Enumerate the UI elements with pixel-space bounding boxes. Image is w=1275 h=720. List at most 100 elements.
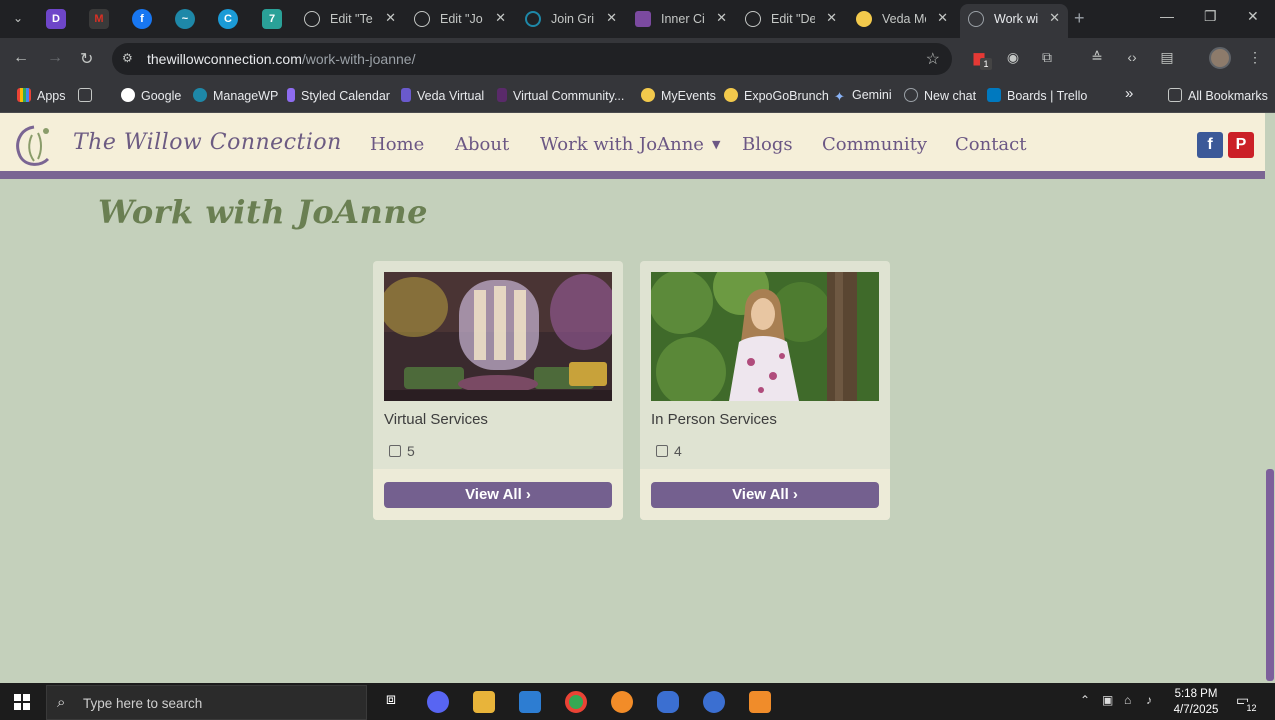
extensions-puzzle-icon[interactable]: ⧉ xyxy=(1038,49,1056,67)
close-icon[interactable]: ✕ xyxy=(937,10,948,26)
notification-count: 12 xyxy=(1244,702,1259,715)
extension-badge: 1 xyxy=(980,58,992,70)
nav-contact[interactable]: Contact xyxy=(955,134,1026,155)
back-icon[interactable]: ← xyxy=(13,49,29,67)
bookmark-gemini[interactable]: ✦ Gemini xyxy=(834,88,892,106)
close-icon[interactable]: ✕ xyxy=(1049,10,1060,26)
service-card-virtual[interactable]: Virtual Services 5 View All › xyxy=(373,261,623,520)
chrome-icon[interactable] xyxy=(565,691,587,713)
minimize-icon[interactable]: — xyxy=(1160,8,1174,24)
meet-icon[interactable]: ▣ xyxy=(1102,693,1113,707)
view-all-button[interactable]: View All › xyxy=(651,482,879,508)
tab-work-with-joanne[interactable]: Work wi ✕ xyxy=(960,4,1068,38)
windows-start-icon[interactable] xyxy=(14,694,30,710)
bookmark-star-icon[interactable]: ☆ xyxy=(926,49,940,69)
tab-join-grin[interactable]: Join Grin ✕ xyxy=(517,4,625,34)
close-icon[interactable]: ✕ xyxy=(606,10,617,26)
side-panel-icon[interactable]: ▤ xyxy=(1158,49,1176,67)
close-icon[interactable]: ✕ xyxy=(826,10,837,26)
joanne-portrait-image[interactable] xyxy=(651,272,879,401)
forward-icon[interactable]: → xyxy=(47,49,63,67)
page-title: Work with JoAnne xyxy=(98,193,428,231)
pinned-tab-gmail[interactable]: M xyxy=(89,9,109,29)
bookmark-grid[interactable] xyxy=(78,88,98,106)
volume-icon[interactable]: ♪ xyxy=(1146,693,1152,707)
scrollbar-thumb[interactable] xyxy=(1266,469,1274,681)
app-icon-8[interactable] xyxy=(749,691,771,713)
address-bar[interactable]: ⚙ thewillowconnection.com/work-with-joan… xyxy=(112,43,952,75)
bookmark-new-chat[interactable]: New chat xyxy=(904,88,976,106)
bookmark-styled-calendar[interactable]: Styled Calendar xyxy=(287,88,390,106)
taskbar-search-input[interactable]: ⌕ Type here to search xyxy=(46,685,367,720)
willow-icon xyxy=(968,11,984,27)
view-all-button[interactable]: View All › xyxy=(384,482,612,508)
file-explorer-icon[interactable] xyxy=(473,691,495,713)
willow-logo-icon[interactable] xyxy=(12,123,56,169)
site-info-icon[interactable]: ⚙ xyxy=(122,51,138,67)
tab-edit-te[interactable]: Edit "Te ✕ xyxy=(296,4,404,34)
bookmark-label: MyEvents xyxy=(661,89,716,103)
site-header: The Willow Connection Home About Work wi… xyxy=(0,113,1265,179)
trello-icon xyxy=(987,88,1001,102)
tab-edit-jo[interactable]: Edit "Jo ✕ xyxy=(406,4,514,34)
browser-toolbar: ← → ↻ ⚙ thewillowconnection.com/work-wit… xyxy=(0,38,1275,80)
calendar-icon: 7 xyxy=(268,13,276,25)
facebook-icon[interactable]: f xyxy=(1197,132,1223,158)
veda-icon xyxy=(401,88,411,102)
nav-work-with-joanne[interactable]: Work with JoAnne ▼ xyxy=(540,134,720,155)
page-viewport: The Willow Connection Home About Work wi… xyxy=(0,113,1265,683)
reload-icon[interactable]: ↻ xyxy=(80,49,93,69)
network-icon[interactable]: ⌂ xyxy=(1124,693,1131,707)
nav-blogs[interactable]: Blogs xyxy=(742,134,793,155)
bookmark-myevents[interactable]: MyEvents xyxy=(641,88,716,106)
app-icon-1[interactable] xyxy=(427,691,449,713)
close-icon[interactable]: ✕ xyxy=(495,10,506,26)
kebab-menu-icon[interactable]: ⋮ xyxy=(1246,49,1264,67)
nav-community[interactable]: Community xyxy=(822,134,927,155)
all-bookmarks-button[interactable]: All Bookmarks xyxy=(1168,88,1268,106)
tray-overflow-icon[interactable]: ⌃ xyxy=(1080,693,1090,707)
pinned-tab-managewp[interactable]: ~ xyxy=(175,9,195,29)
close-icon[interactable]: ✕ xyxy=(716,10,727,26)
pinned-tab-calendar[interactable]: 7 xyxy=(262,9,282,29)
more-bookmarks-button[interactable]: » xyxy=(1125,85,1133,103)
tab-inner-cir[interactable]: Inner Cir ✕ xyxy=(627,4,735,34)
app-icon-3[interactable] xyxy=(519,691,541,713)
app-icon-6[interactable] xyxy=(657,691,679,713)
app-icon-5[interactable] xyxy=(611,691,633,713)
close-icon[interactable]: ✕ xyxy=(385,10,396,26)
card-title[interactable]: In Person Services xyxy=(651,411,777,428)
app-icon-7[interactable] xyxy=(703,691,725,713)
bookmark-expogobrunch[interactable]: ExpoGoBrunch xyxy=(724,88,829,106)
pinned-tab-canva[interactable]: C xyxy=(218,9,238,29)
bookmark-managewp[interactable]: ManageWP xyxy=(193,88,278,106)
bookmark-veda-virtual[interactable]: Veda Virtual xyxy=(401,88,484,106)
record-extension-icon[interactable]: ◉ xyxy=(1004,49,1022,67)
bookmark-virtual-community[interactable]: Virtual Community... xyxy=(497,88,624,106)
bookmark-trello[interactable]: Boards | Trello xyxy=(987,88,1087,106)
new-tab-icon[interactable]: + xyxy=(1074,8,1085,29)
pinned-tab-facebook[interactable]: f xyxy=(132,9,152,29)
virtual-room-image[interactable] xyxy=(384,272,612,401)
profile-avatar[interactable] xyxy=(1209,47,1231,69)
taskbar-clock[interactable]: 5:18 PM 4/7/2025 xyxy=(1170,686,1222,718)
nav-about[interactable]: About xyxy=(455,134,509,155)
task-view-icon[interactable]: ⧈ xyxy=(380,691,402,713)
tab-title: Veda Me xyxy=(882,12,926,26)
tab-veda-me[interactable]: Veda Me ✕ xyxy=(848,4,956,34)
service-card-in-person[interactable]: In Person Services 4 View All › xyxy=(640,261,890,520)
page-scrollbar[interactable] xyxy=(1265,113,1275,683)
card-title[interactable]: Virtual Services xyxy=(384,411,488,428)
site-logo-text[interactable]: The Willow Connection xyxy=(73,130,342,155)
restore-icon[interactable]: ❐ xyxy=(1204,8,1217,25)
pinterest-icon[interactable]: P xyxy=(1228,132,1254,158)
window-close-icon[interactable]: ✕ xyxy=(1247,8,1259,25)
tab-edit-de[interactable]: Edit "De ✕ xyxy=(737,4,845,34)
performance-icon[interactable]: ≙ xyxy=(1088,49,1106,67)
pinned-tab-dash[interactable]: D xyxy=(46,9,66,29)
nav-home[interactable]: Home xyxy=(370,134,424,155)
bookmark-google[interactable]: Google xyxy=(121,88,181,106)
bookmark-apps[interactable]: Apps xyxy=(17,88,66,106)
tab-search-icon[interactable]: ⌄ xyxy=(10,11,26,27)
devtools-icon[interactable]: ‹› xyxy=(1123,49,1141,67)
